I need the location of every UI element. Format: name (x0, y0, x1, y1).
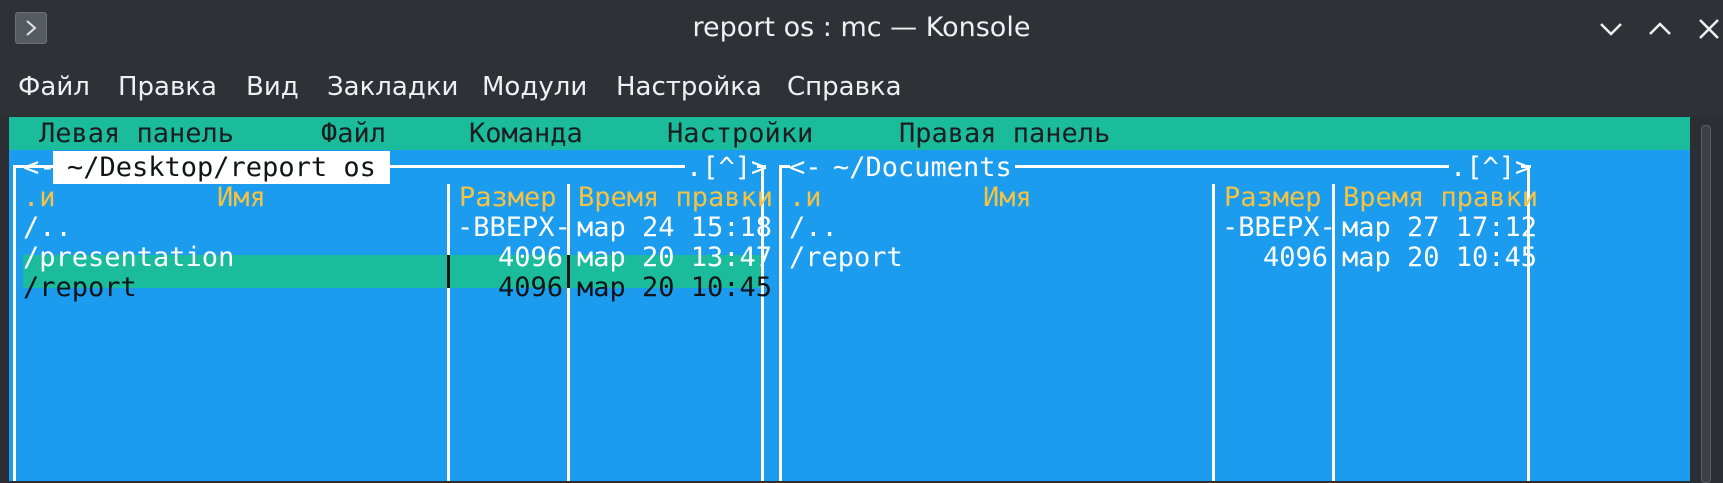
maximize-button[interactable] (1644, 13, 1676, 45)
left-row-2-size: 4096 (497, 272, 563, 303)
right-path-prefix: <- (789, 152, 822, 183)
right-row-1-size: 4096 (1262, 242, 1328, 273)
window-titlebar: report os : mc — Konsole (0, 0, 1723, 58)
left-header-mtime[interactable]: Время правки (578, 181, 773, 214)
mc-menu-right-panel[interactable]: Правая панель (899, 118, 1110, 149)
menu-plugins[interactable]: Модули (482, 72, 587, 102)
menu-settings[interactable]: Настройка (616, 72, 762, 102)
right-panel[interactable]: <- ~/Documents .[^]> .и Имя Размер Время… (775, 150, 1690, 481)
window-title: report os : mc — Konsole (692, 12, 1031, 43)
menu-bookmarks[interactable]: Закладки (327, 72, 458, 102)
right-header-size[interactable]: Размер (1224, 181, 1322, 214)
chevron-up-icon (1649, 22, 1671, 35)
left-row-1-size: 4096 (497, 242, 563, 273)
left-row-1-mtime: мар 20 13:47 (577, 242, 773, 273)
left-frame-top-b (367, 165, 685, 168)
terminal-view[interactable]: Левая панель Файл Команда Настройки Прав… (9, 117, 1690, 481)
left-header-size[interactable]: Размер (459, 181, 557, 214)
menu-edit[interactable]: Правка (118, 72, 217, 102)
scrollbar-thumb[interactable] (1701, 125, 1711, 483)
right-path[interactable]: ~/Documents (833, 151, 1012, 184)
left-header-name[interactable]: Имя (217, 181, 266, 214)
minimize-button[interactable] (1595, 13, 1627, 45)
mc-menu-options[interactable]: Настройки (667, 118, 813, 149)
mc-menu-command[interactable]: Команда (469, 118, 583, 149)
left-path[interactable]: ~/Desktop/report os (53, 151, 390, 184)
close-icon (1699, 19, 1719, 39)
left-row-0-mtime: мар 24 15:18 (577, 212, 773, 243)
right-frame-top-b (1015, 165, 1449, 168)
right-row-0-name[interactable]: /.. (789, 211, 838, 244)
konsole-menubar: Файл Правка Вид Закладки Модули Настройк… (0, 58, 1723, 116)
left-row-0-size: -ВВЕРХ- (457, 212, 571, 243)
left-panel-corner[interactable]: .[^]> (686, 151, 767, 184)
terminal-scrollbar[interactable] (1690, 117, 1723, 483)
left-panel[interactable]: <- ~/Desktop/report os .[^]> .и Имя Разм… (9, 150, 847, 481)
mc-menu-file[interactable]: Файл (321, 118, 386, 149)
left-sel-sep-2 (567, 255, 570, 288)
left-sel-sep-1 (447, 255, 450, 288)
right-row-0-mtime: мар 27 17:12 (1342, 212, 1538, 243)
left-row-0-name[interactable]: /.. (23, 211, 72, 244)
right-frame-left (779, 165, 782, 481)
mc-menu-left-panel[interactable]: Левая панель (39, 118, 234, 149)
right-row-0-size: -ВВЕРХ- (1222, 212, 1336, 243)
right-row-1-mtime: мар 20 10:45 (1342, 242, 1538, 273)
left-frame-left (13, 165, 16, 481)
left-row-2-mtime: мар 20 10:45 (577, 272, 773, 303)
left-row-1-name[interactable]: /presentation (23, 241, 234, 274)
left-col-sep-1 (447, 184, 450, 481)
right-header-name[interactable]: Имя (983, 181, 1032, 214)
right-row-1-name[interactable]: /report (789, 241, 903, 274)
menu-file[interactable]: Файл (18, 72, 90, 102)
right-header-sort[interactable]: .и (789, 181, 822, 214)
right-header-mtime[interactable]: Время правки (1343, 181, 1538, 214)
mc-menubar: Левая панель Файл Команда Настройки Прав… (9, 117, 1690, 150)
chevron-down-icon (1600, 23, 1622, 36)
close-button[interactable] (1693, 13, 1723, 45)
menu-view[interactable]: Вид (246, 72, 299, 102)
menu-help[interactable]: Справка (787, 72, 902, 102)
left-path-prefix: <- (23, 152, 56, 183)
right-panel-corner[interactable]: .[^]> (1450, 151, 1531, 184)
right-col-sep-1 (1212, 184, 1215, 481)
left-row-2-name[interactable]: /report (23, 271, 137, 304)
left-header-sort[interactable]: .и (23, 181, 56, 214)
